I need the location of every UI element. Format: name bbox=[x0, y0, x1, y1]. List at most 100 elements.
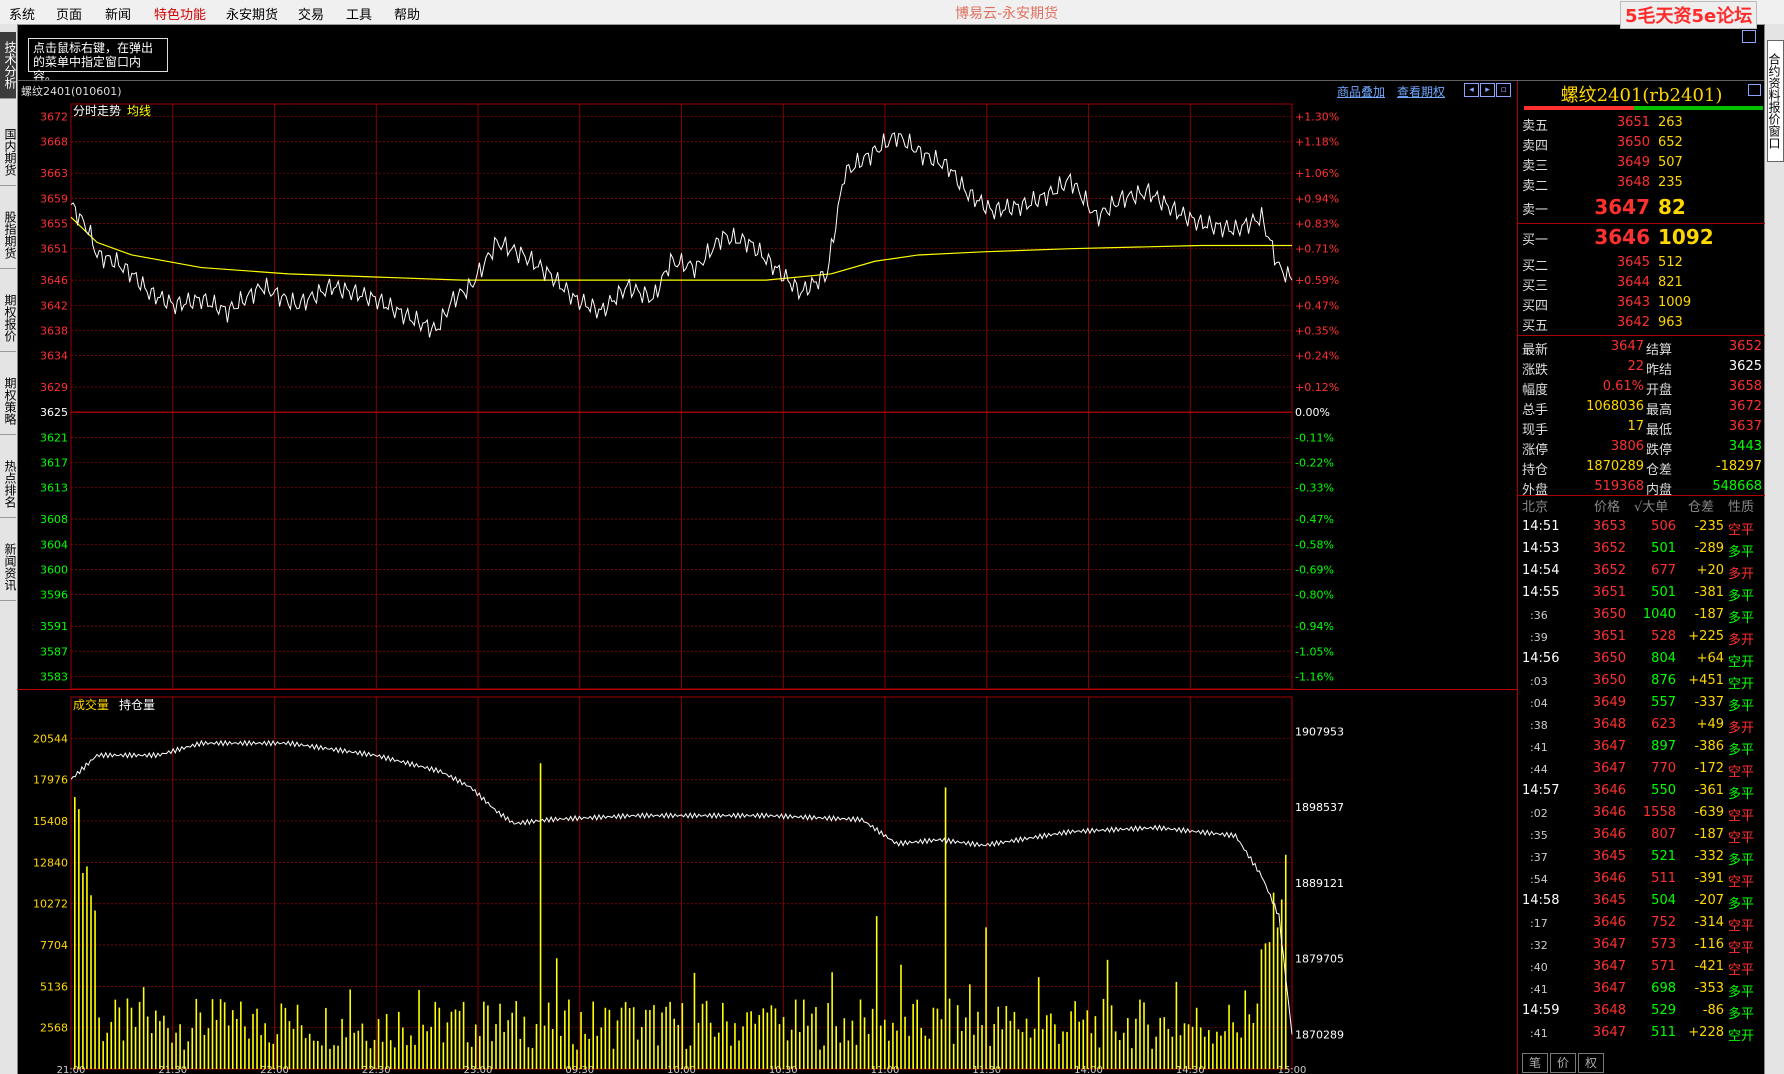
volume-bar bbox=[231, 1010, 234, 1069]
tab-option-quotes[interactable]: 期权报价 bbox=[0, 285, 17, 352]
volume-bar bbox=[1050, 1013, 1052, 1069]
tick-row[interactable]: :17 3646 752 -314 空平 bbox=[1518, 915, 1765, 936]
volume-bar bbox=[458, 1011, 461, 1069]
intraday-chart[interactable]: 3672 +1.30% 3668 +1.18% 3663 +1.06% 3659 +0.94%… bbox=[17, 99, 1517, 1074]
tick-price: 3647 bbox=[1592, 761, 1626, 776]
tick-row[interactable]: :41 3647 511 +228 空开 bbox=[1518, 1025, 1765, 1046]
volume-bar bbox=[296, 1004, 299, 1069]
volume-tick-label: 5136 bbox=[40, 980, 68, 993]
scroll-left-icon[interactable]: ◂ bbox=[1464, 83, 1479, 97]
menu-tools[interactable]: 工具 bbox=[346, 4, 372, 23]
maximize-icon[interactable] bbox=[1748, 84, 1761, 96]
menu-page[interactable]: 页面 bbox=[56, 4, 82, 23]
volume-bar bbox=[547, 1002, 550, 1069]
tick-row[interactable]: :02 3646 1558 -639 空平 bbox=[1518, 805, 1765, 826]
overlay-link[interactable]: 商品叠加 bbox=[1337, 83, 1385, 100]
volume-bar bbox=[438, 1007, 441, 1069]
volume-bar bbox=[248, 1038, 250, 1069]
stat-row: 总手 1068036 最高 3672 bbox=[1518, 399, 1765, 419]
volume-bar bbox=[1029, 1037, 1032, 1069]
tick-row[interactable]: :41 3647 897 -386 多平 bbox=[1518, 739, 1765, 760]
volume-bar bbox=[551, 1029, 554, 1069]
tick-price: 3652 bbox=[1592, 541, 1626, 556]
menu-yongan[interactable]: 永安期货 bbox=[226, 4, 278, 23]
scroll-right-icon[interactable]: ▸ bbox=[1480, 83, 1495, 97]
price-tick-label: 3596 bbox=[40, 589, 68, 602]
volume-bar bbox=[713, 1036, 716, 1069]
tab-by-trade[interactable]: 笔 bbox=[1522, 1053, 1548, 1073]
tick-time: 14:59 bbox=[1522, 1003, 1560, 1018]
tick-row[interactable]: :44 3647 770 -172 空平 bbox=[1518, 761, 1765, 782]
tick-row[interactable]: 14:57 3646 550 -361 多平 bbox=[1518, 783, 1765, 804]
volume-bar bbox=[948, 998, 951, 1069]
options-link[interactable]: 查看期权 bbox=[1397, 83, 1445, 100]
tab-by-option[interactable]: 权 bbox=[1578, 1053, 1604, 1073]
tick-row[interactable]: :35 3646 807 -187 空平 bbox=[1518, 827, 1765, 848]
volume-bar bbox=[353, 1032, 356, 1069]
tick-row[interactable]: 14:51 3653 506 -235 空平 bbox=[1518, 519, 1765, 540]
menu-features[interactable]: 特色功能 bbox=[154, 4, 206, 23]
price-tick-label: 3591 bbox=[40, 620, 68, 633]
volume-bar bbox=[900, 964, 902, 1069]
volume-tick-label: 15408 bbox=[33, 815, 68, 828]
volume-bar bbox=[268, 1042, 270, 1069]
restore-icon[interactable] bbox=[1742, 30, 1756, 43]
volume-bar bbox=[628, 1008, 631, 1069]
volume-bar bbox=[106, 1032, 108, 1069]
volume-bar bbox=[82, 872, 84, 1069]
volume-bar bbox=[187, 1041, 189, 1069]
menu-trade[interactable]: 交易 bbox=[298, 4, 324, 23]
tick-row[interactable]: :03 3650 876 +451 空开 bbox=[1518, 673, 1765, 694]
volume-bar bbox=[839, 1042, 842, 1069]
tick-row[interactable]: :36 3650 1040 -187 多平 bbox=[1518, 607, 1765, 628]
volume-bar bbox=[632, 1007, 635, 1069]
volume-bar bbox=[1171, 1036, 1174, 1069]
tick-row[interactable]: :40 3647 571 -421 空平 bbox=[1518, 959, 1765, 980]
volume-bar bbox=[361, 1023, 364, 1069]
tab-by-price[interactable]: 价 bbox=[1550, 1053, 1576, 1073]
tick-oi-change: -289 bbox=[1694, 541, 1724, 556]
tick-row[interactable]: :37 3645 521 -332 多平 bbox=[1518, 849, 1765, 870]
price-tick-label: 3672 bbox=[40, 111, 68, 124]
tick-row[interactable]: :38 3648 623 +49 多开 bbox=[1518, 717, 1765, 738]
tick-row[interactable]: 14:59 3648 529 -86 多平 bbox=[1518, 1003, 1765, 1024]
tick-price: 3646 bbox=[1592, 783, 1626, 798]
volume-bar bbox=[1143, 1002, 1145, 1069]
tick-time: :17 bbox=[1530, 917, 1548, 930]
tick-nature: 多平 bbox=[1728, 611, 1755, 626]
tick-row[interactable]: :39 3651 528 +225 多开 bbox=[1518, 629, 1765, 650]
tick-row[interactable]: 14:55 3651 501 -381 多平 bbox=[1518, 585, 1765, 606]
tick-time: :41 bbox=[1530, 741, 1548, 754]
volume-bar bbox=[1216, 1031, 1218, 1069]
menu-help[interactable]: 帮助 bbox=[394, 4, 420, 23]
menu-system[interactable]: 系统 bbox=[9, 4, 35, 23]
volume-bar bbox=[535, 1023, 538, 1069]
window-icon[interactable]: ▫ bbox=[1496, 83, 1511, 97]
volume-bar bbox=[179, 1024, 181, 1069]
volume-bar bbox=[78, 809, 80, 1069]
tick-row[interactable]: 14:58 3645 504 -207 多平 bbox=[1518, 893, 1765, 914]
tick-row[interactable]: :54 3646 511 -391 空平 bbox=[1518, 871, 1765, 892]
volume-bar bbox=[596, 1035, 599, 1069]
tab-option-strategy[interactable]: 期权策略 bbox=[0, 368, 17, 435]
tick-oi-change: -116 bbox=[1694, 937, 1724, 952]
volume-bar bbox=[977, 1011, 979, 1069]
tick-row[interactable]: :41 3647 698 -353 多平 bbox=[1518, 981, 1765, 1002]
tab-index-futures[interactable]: 股指期货 bbox=[0, 202, 17, 269]
tab-domestic-futures[interactable]: 国内期货 bbox=[0, 119, 17, 186]
bid-4-row: 买四 3643 1009 bbox=[1522, 295, 1692, 314]
menu-news[interactable]: 新闻 bbox=[105, 4, 131, 23]
tab-news[interactable]: 新闻资讯 bbox=[0, 534, 17, 601]
volume-bar bbox=[859, 999, 862, 1069]
tab-technical-analysis[interactable]: 技术分析 bbox=[0, 32, 17, 99]
tab-contract-info[interactable]: 合约资料报价窗口 bbox=[1767, 40, 1784, 162]
tick-row[interactable]: :32 3647 573 -116 空平 bbox=[1518, 937, 1765, 958]
tick-row[interactable]: 14:53 3652 501 -289 多平 bbox=[1518, 541, 1765, 562]
tab-hot-ranking[interactable]: 热点排名 bbox=[0, 451, 17, 518]
volume-bar bbox=[406, 1045, 408, 1069]
tick-row[interactable]: :04 3649 557 -337 多平 bbox=[1518, 695, 1765, 716]
tick-row[interactable]: 14:56 3650 804 +64 空开 bbox=[1518, 651, 1765, 672]
tick-price: 3650 bbox=[1592, 673, 1626, 688]
tick-row[interactable]: 14:54 3652 677 +20 多开 bbox=[1518, 563, 1765, 584]
volume-bar bbox=[786, 1040, 789, 1069]
